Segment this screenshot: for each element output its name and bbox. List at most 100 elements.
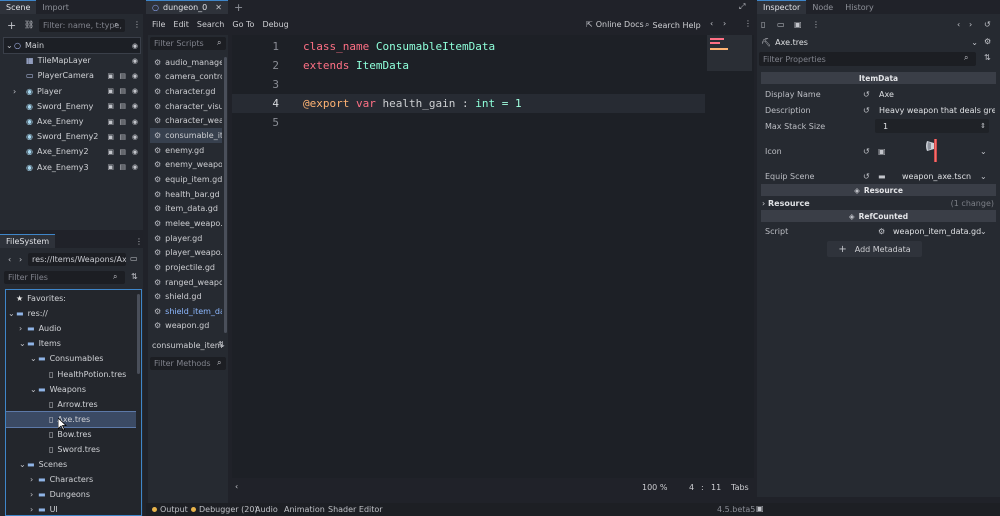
- file-entry[interactable]: › ▬ UI: [6, 502, 136, 516]
- script-list-item[interactable]: ⚙audio_manage...: [150, 55, 222, 70]
- script-icon[interactable]: ▤: [119, 148, 126, 156]
- file-filter-input[interactable]: Filter Files: [4, 271, 125, 284]
- group-icon[interactable]: ▣: [107, 72, 114, 80]
- visibility-icon[interactable]: ◉: [132, 133, 138, 141]
- code-line[interactable]: 1 class_name ConsumableItemData: [232, 37, 705, 56]
- code-line[interactable]: 2 extends ItemData: [232, 56, 705, 75]
- chevron-down-icon[interactable]: ⌄: [980, 147, 987, 156]
- section-itemdata[interactable]: ItemData: [761, 72, 996, 84]
- chevron-right-icon[interactable]: ›: [13, 87, 16, 96]
- zoom-level[interactable]: 100 %: [642, 483, 667, 492]
- file-entry[interactable]: ★ Favorites:: [6, 291, 136, 306]
- indent-mode[interactable]: Tabs: [731, 483, 749, 492]
- visibility-icon[interactable]: ◉: [132, 57, 138, 65]
- script-list-item[interactable]: ⚙ weapon.gd: [150, 319, 222, 334]
- filter-scripts-input[interactable]: Filter Scripts: [150, 37, 226, 50]
- script-list-item[interactable]: ⚙ melee_weapo...: [150, 216, 222, 231]
- script-list-item[interactable]: ⚙character_visu...: [150, 99, 222, 114]
- menu-search[interactable]: Search: [197, 20, 224, 29]
- tab-dungeon[interactable]: ○ dungeon_0 ✕: [146, 0, 228, 14]
- add-node-icon[interactable]: +: [7, 19, 16, 32]
- forward-icon[interactable]: ›: [19, 255, 22, 264]
- group-icon[interactable]: ▣: [107, 163, 114, 171]
- icon-preview[interactable]: [923, 137, 943, 163]
- sort-icon[interactable]: ⇅: [131, 272, 138, 281]
- scene-node[interactable]: ▭ PlayerCamera ◉ ▤ ▣: [4, 68, 140, 83]
- file-entry[interactable]: ⌄ ▬ Items: [6, 336, 136, 351]
- script-icon[interactable]: ▤: [119, 102, 126, 110]
- new-resource-icon[interactable]: ▯: [761, 20, 765, 29]
- sort-icon[interactable]: ⇅: [984, 53, 991, 62]
- code-line[interactable]: 3: [232, 75, 705, 94]
- script-list-item[interactable]: ⚙ item_data.gd: [150, 202, 222, 217]
- script-list-scrollbar[interactable]: [224, 57, 227, 333]
- code-line[interactable]: 4 @export var health_gain : int = 1: [232, 94, 705, 113]
- file-entry[interactable]: ▯ Bow.tres: [6, 427, 136, 442]
- file-entry[interactable]: ⌄ ▬ res://: [6, 306, 136, 321]
- file-entry[interactable]: ⌄ ▬ Scenes: [6, 457, 136, 472]
- online-docs-button[interactable]: ⇱ Online Docs: [586, 20, 644, 29]
- filter-properties-input[interactable]: Filter Properties: [759, 52, 976, 66]
- tab-animation[interactable]: Animation: [284, 505, 325, 514]
- object-props-icon[interactable]: ⚙: [984, 37, 991, 46]
- tab-audio[interactable]: Audio: [255, 505, 278, 514]
- revert-icon[interactable]: ↺: [863, 90, 870, 99]
- menu-edit[interactable]: Edit: [173, 20, 189, 29]
- add-metadata-button[interactable]: + Add Metadata: [827, 241, 922, 257]
- tab-import[interactable]: Import: [36, 0, 75, 14]
- menu-file[interactable]: File: [152, 20, 165, 29]
- menu-goto[interactable]: Go To: [232, 20, 254, 29]
- scene-node[interactable]: ◉ Axe_Enemy ◉ ▤ ▣: [4, 114, 140, 129]
- file-tree-scrollbar[interactable]: [137, 294, 140, 374]
- revert-icon[interactable]: ↺: [863, 147, 870, 156]
- script-list-item[interactable]: ⚙character_wea...: [150, 114, 222, 129]
- file-entry[interactable]: ▯ Axe.tres: [6, 410, 136, 428]
- group-icon[interactable]: ▣: [107, 87, 114, 95]
- chevron-down-icon[interactable]: ⌄: [6, 41, 13, 50]
- display-name-field[interactable]: Axe: [879, 90, 894, 99]
- toggle-scripts-icon[interactable]: ‹: [235, 482, 238, 491]
- filter-methods-input[interactable]: Filter Methods: [150, 357, 226, 370]
- script-field[interactable]: weapon_item_data.gd: [893, 227, 981, 236]
- script-list-item[interactable]: ⚙ player_weapo...: [150, 245, 222, 260]
- file-entry[interactable]: › ▬ Audio: [6, 321, 136, 336]
- link-icon[interactable]: ⛓: [24, 20, 34, 29]
- description-field[interactable]: Heavy weapon that deals great: [879, 106, 995, 115]
- close-icon[interactable]: ✕: [215, 3, 222, 12]
- chevron-down-icon[interactable]: ⌄: [30, 385, 37, 394]
- scene-node[interactable]: ◉ Axe_Enemy2 ◉ ▤ ▣: [4, 144, 140, 159]
- max-stack-spinbox[interactable]: 1 ⇕: [875, 119, 989, 133]
- search-help-button[interactable]: ⌕ Search Help: [645, 20, 701, 30]
- section-refcounted[interactable]: ◈ RefCounted: [761, 210, 996, 222]
- visibility-icon[interactable]: ◉: [132, 102, 138, 110]
- script-list-item[interactable]: ⚙ equip_item.gd: [150, 172, 222, 187]
- save-icon[interactable]: ▣: [794, 20, 802, 29]
- script-icon[interactable]: ▤: [119, 163, 126, 171]
- back-icon[interactable]: ‹: [8, 255, 11, 264]
- revert-icon[interactable]: ↺: [863, 172, 870, 181]
- forward-icon[interactable]: ›: [969, 20, 972, 29]
- chevron-down-icon[interactable]: ⌄: [19, 339, 26, 348]
- layout-icon[interactable]: ▣: [756, 504, 764, 513]
- scene-node[interactable]: › ◉ Player ◉ ▤ ▣: [4, 84, 140, 99]
- file-entry[interactable]: › ▬ Characters: [6, 472, 136, 487]
- history-icon[interactable]: ↺: [984, 20, 991, 29]
- script-list-item[interactable]: ⚙ranged_weapo...: [150, 275, 222, 290]
- scene-node[interactable]: ◉ Axe_Enemy3 ◉ ▤ ▣: [4, 160, 140, 175]
- group-icon[interactable]: ▣: [107, 148, 114, 156]
- visibility-icon[interactable]: ◉: [132, 42, 138, 50]
- script-list-item[interactable]: ⚙camera_contro...: [150, 70, 222, 85]
- tab-filesystem[interactable]: FileSystem: [0, 234, 56, 248]
- scene-filter-input[interactable]: Filter: name, t:type,: [39, 19, 125, 32]
- visibility-icon[interactable]: ◉: [132, 163, 138, 171]
- file-entry[interactable]: ▯ Arrow.tres: [6, 397, 136, 412]
- chevron-down-icon[interactable]: ⌄: [980, 172, 987, 181]
- tab-shader-editor[interactable]: Shader Editor: [328, 505, 383, 514]
- split-view-icon[interactable]: ▭: [130, 254, 138, 263]
- file-entry[interactable]: ⌄ ▬ Consumables: [6, 351, 136, 366]
- chevron-down-icon[interactable]: ⌄: [8, 309, 15, 318]
- script-icon[interactable]: ▤: [119, 87, 126, 95]
- script-list-item[interactable]: ⚙ character.gd: [150, 84, 222, 99]
- tab-output[interactable]: Output: [152, 505, 188, 514]
- tab-scene[interactable]: Scene: [0, 0, 37, 14]
